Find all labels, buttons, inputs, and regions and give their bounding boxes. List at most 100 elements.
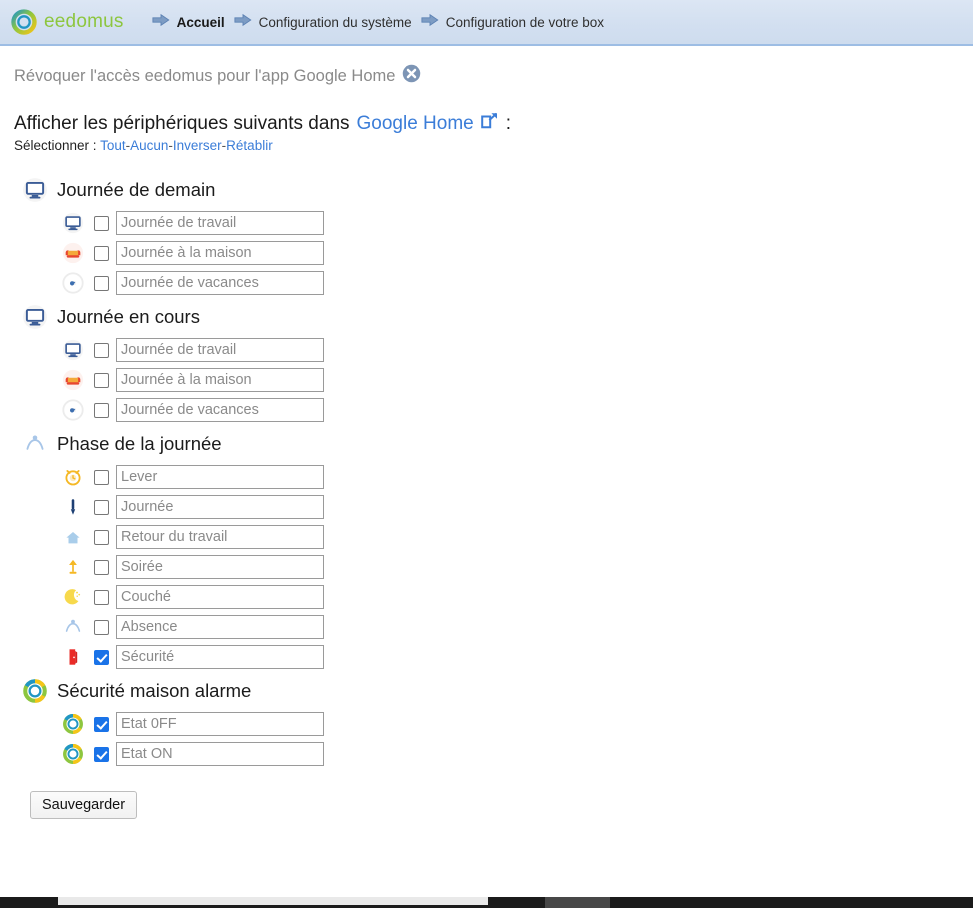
- device-name-input[interactable]: [116, 615, 324, 639]
- device-name-input[interactable]: [116, 585, 324, 609]
- device-checkbox[interactable]: [94, 215, 109, 231]
- device-group: Phase de la journée: [14, 429, 973, 672]
- group-header: Journée en cours: [22, 302, 973, 332]
- device-name-input[interactable]: [116, 525, 324, 549]
- device-group: Sécurité maison alarme: [14, 676, 973, 769]
- selection-label: Sélectionner :: [14, 138, 97, 153]
- bottom-chrome-light-segment: [58, 897, 488, 905]
- device-item-row: [62, 462, 973, 492]
- person-arch-icon: [62, 616, 88, 638]
- selection-links-row: Sélectionner : Tout-Aucun-Inverser-Rétab…: [14, 138, 973, 153]
- breadcrumb-label-configuration-systeme: Configuration du système: [258, 14, 412, 30]
- device-checkbox[interactable]: [94, 275, 109, 291]
- google-home-link[interactable]: Google Home: [357, 113, 474, 135]
- device-item-row: [62, 492, 973, 522]
- save-row: Sauvegarder: [30, 791, 973, 819]
- device-item-row: [62, 522, 973, 552]
- group-title: Phase de la journée: [57, 433, 222, 454]
- faded-dot-icon: [62, 399, 88, 421]
- device-group: Journée en cours: [14, 302, 973, 425]
- device-name-input[interactable]: [116, 338, 324, 362]
- monitor-icon: [62, 339, 88, 361]
- select-invert-link[interactable]: Inverser: [173, 138, 222, 153]
- revoke-access-row[interactable]: Révoquer l'accès eedomus pour l'app Goog…: [14, 64, 973, 88]
- device-checkbox[interactable]: [94, 469, 109, 485]
- device-item-row: [62, 335, 973, 365]
- device-checkbox[interactable]: [94, 559, 109, 575]
- thermometer-icon: [62, 496, 88, 518]
- device-checkbox[interactable]: [94, 589, 109, 605]
- revoke-access-label: Révoquer l'accès eedomus pour l'app Goog…: [14, 66, 396, 85]
- page-title: Afficher les périphériques suivants dans…: [14, 112, 973, 135]
- device-name-input[interactable]: [116, 398, 324, 422]
- faded-dot-icon: [62, 272, 88, 294]
- device-checkbox[interactable]: [94, 342, 109, 358]
- sofa-icon: [62, 242, 88, 264]
- device-name-input[interactable]: [116, 742, 324, 766]
- device-item-row: [62, 709, 973, 739]
- page-title-prefix: Afficher les périphériques suivants dans: [14, 112, 350, 134]
- device-item-row: [62, 365, 973, 395]
- device-checkbox[interactable]: [94, 716, 109, 732]
- monitor-icon: [62, 212, 88, 234]
- device-checkbox[interactable]: [94, 746, 109, 762]
- group-header: Phase de la journée: [22, 429, 973, 459]
- device-name-input[interactable]: [116, 211, 324, 235]
- device-checkbox[interactable]: [94, 245, 109, 261]
- bottom-chrome-mid-segment: [545, 897, 610, 908]
- device-item-row: [62, 238, 973, 268]
- page-title-suffix: :: [505, 112, 512, 134]
- bottom-chrome-bar: [0, 897, 973, 908]
- eedomus-logo[interactable]: eedomus: [10, 8, 124, 36]
- sofa-icon: [62, 369, 88, 391]
- device-checkbox[interactable]: [94, 529, 109, 545]
- device-checkbox[interactable]: [94, 499, 109, 515]
- breadcrumb-item-configuration-systeme[interactable]: Configuration du système: [225, 13, 412, 32]
- group-header: Sécurité maison alarme: [22, 676, 973, 706]
- logo-text-part1: ee: [44, 11, 66, 32]
- device-checkbox[interactable]: [94, 402, 109, 418]
- select-reset-link[interactable]: Rétablir: [226, 138, 273, 153]
- select-none-link[interactable]: Aucun: [130, 138, 168, 153]
- breadcrumb: Accueil Configuration du système Configu…: [152, 13, 604, 32]
- device-item-row: [62, 552, 973, 582]
- device-name-input[interactable]: [116, 495, 324, 519]
- eedomus-ring-icon: [62, 743, 88, 765]
- device-name-input[interactable]: [116, 368, 324, 392]
- breadcrumb-item-configuration-box[interactable]: Configuration de votre box: [412, 13, 604, 32]
- device-name-input[interactable]: [116, 712, 324, 736]
- device-checkbox[interactable]: [94, 372, 109, 388]
- monitor-icon: [22, 304, 48, 330]
- device-checkbox[interactable]: [94, 649, 109, 665]
- top-navbar: eedomus Accueil Configuration du système: [0, 0, 973, 46]
- close-circle-icon[interactable]: [402, 64, 421, 88]
- arrow-right-icon: [152, 13, 177, 32]
- device-checkbox[interactable]: [94, 619, 109, 635]
- person-arch-icon: [22, 431, 48, 457]
- group-title: Sécurité maison alarme: [57, 680, 252, 701]
- device-name-input[interactable]: [116, 465, 324, 489]
- moon-icon: [62, 586, 88, 608]
- breadcrumb-label-configuration-box: Configuration de votre box: [445, 14, 605, 30]
- device-groups-list: Journée de demain Journée en cours Phase d…: [14, 175, 973, 769]
- save-button[interactable]: Sauvegarder: [30, 791, 138, 819]
- alarm-clock-icon: [62, 466, 88, 488]
- device-name-input[interactable]: [116, 271, 324, 295]
- device-item-row: [62, 642, 973, 672]
- select-all-link[interactable]: Tout: [100, 138, 126, 153]
- device-name-input[interactable]: [116, 555, 324, 579]
- device-item-row: [62, 612, 973, 642]
- device-group: Journée de demain: [14, 175, 973, 298]
- group-title: Journée en cours: [57, 306, 200, 327]
- red-door-icon: [62, 646, 88, 668]
- device-name-input[interactable]: [116, 645, 324, 669]
- device-item-row: [62, 395, 973, 425]
- lamp-icon: [62, 556, 88, 578]
- breadcrumb-label-accueil: Accueil: [176, 14, 225, 30]
- breadcrumb-item-accueil[interactable]: Accueil: [152, 13, 225, 32]
- device-item-row: [62, 208, 973, 238]
- device-item-row: [62, 582, 973, 612]
- group-header: Journée de demain: [22, 175, 973, 205]
- device-name-input[interactable]: [116, 241, 324, 265]
- external-link-icon[interactable]: [480, 112, 499, 135]
